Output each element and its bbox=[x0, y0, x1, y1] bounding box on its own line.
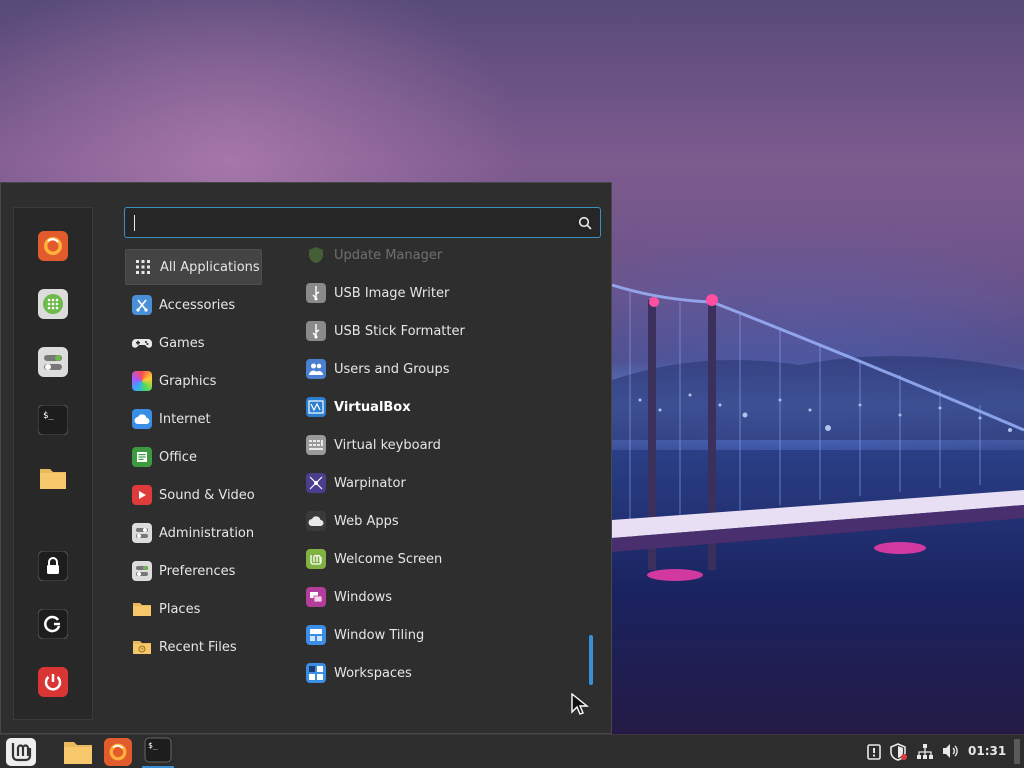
category-sound-video[interactable]: Sound & Video bbox=[125, 477, 262, 513]
accessories-icon bbox=[132, 295, 152, 315]
category-preferences[interactable]: Preferences bbox=[125, 553, 262, 589]
app-label: Warpinator bbox=[334, 475, 406, 491]
application-menu: $_ All Applications Accessories Games Gr… bbox=[0, 182, 612, 734]
usb-icon bbox=[306, 283, 326, 303]
app-virtualbox[interactable]: VirtualBox bbox=[306, 390, 581, 424]
category-games[interactable]: Games bbox=[125, 325, 262, 361]
category-label: All Applications bbox=[160, 259, 260, 275]
category-label: Graphics bbox=[159, 373, 217, 389]
app-web-apps[interactable]: Web Apps bbox=[306, 504, 581, 538]
app-users-and-groups[interactable]: Users and Groups bbox=[306, 352, 581, 386]
app-label: Virtual keyboard bbox=[334, 437, 441, 453]
taskbar-panel: $_ 01:31 bbox=[0, 734, 1024, 768]
category-label: Office bbox=[159, 449, 197, 465]
category-label: Accessories bbox=[159, 297, 236, 313]
graphics-icon bbox=[132, 371, 152, 391]
category-graphics[interactable]: Graphics bbox=[125, 363, 262, 399]
app-label: VirtualBox bbox=[334, 399, 411, 415]
files-icon[interactable] bbox=[62, 736, 94, 768]
search-icon bbox=[578, 215, 592, 234]
usb-icon bbox=[306, 321, 326, 341]
workspaces-icon bbox=[306, 663, 326, 683]
category-label: Sound & Video bbox=[159, 487, 255, 503]
app-list-scrollbar[interactable] bbox=[589, 635, 593, 685]
favorites-sidebar: $_ bbox=[13, 207, 93, 720]
category-label: Places bbox=[159, 601, 201, 617]
window-tiling-icon bbox=[306, 625, 326, 645]
notifications-icon[interactable] bbox=[866, 743, 882, 761]
shutdown-icon[interactable] bbox=[37, 666, 69, 698]
virtualbox-icon bbox=[306, 397, 326, 417]
app-usb-image-writer[interactable]: USB Image Writer bbox=[306, 276, 581, 310]
category-internet[interactable]: Internet bbox=[125, 401, 262, 437]
internet-icon bbox=[132, 409, 152, 429]
grid-icon bbox=[133, 257, 153, 277]
app-windows[interactable]: Windows bbox=[306, 580, 581, 614]
app-workspaces[interactable]: Workspaces bbox=[306, 656, 581, 690]
app-usb-stick-formatter[interactable]: USB Stick Formatter bbox=[306, 314, 581, 348]
app-label: Update Manager bbox=[334, 247, 443, 263]
recent-files-icon bbox=[132, 637, 152, 657]
places-icon bbox=[132, 599, 152, 619]
app-label: Web Apps bbox=[334, 513, 399, 529]
category-label: Administration bbox=[159, 525, 255, 541]
mint-icon bbox=[306, 549, 326, 569]
app-welcome-screen[interactable]: Welcome Screen bbox=[306, 542, 581, 576]
firefox-icon[interactable] bbox=[37, 230, 69, 262]
app-label: Workspaces bbox=[334, 665, 412, 681]
category-recent-files[interactable]: Recent Files bbox=[125, 629, 262, 665]
app-label: USB Stick Formatter bbox=[334, 323, 465, 339]
app-label: Window Tiling bbox=[334, 627, 425, 643]
terminal-icon: $_ bbox=[144, 737, 172, 767]
app-label: Welcome Screen bbox=[334, 551, 443, 567]
web-apps-icon bbox=[306, 511, 326, 531]
category-places[interactable]: Places bbox=[125, 591, 262, 627]
files-icon[interactable] bbox=[37, 462, 69, 494]
firefox-icon[interactable] bbox=[102, 736, 134, 768]
show-desktop-button[interactable] bbox=[1014, 739, 1020, 764]
warpinator-icon bbox=[306, 473, 326, 493]
preferences-icon bbox=[132, 561, 152, 581]
administration-icon bbox=[132, 523, 152, 543]
menu-icon[interactable] bbox=[4, 736, 38, 768]
logout-icon[interactable] bbox=[37, 608, 69, 640]
lock-screen-icon[interactable] bbox=[37, 550, 69, 582]
category-label: Internet bbox=[159, 411, 211, 427]
volume-icon[interactable] bbox=[942, 743, 960, 759]
app-update-manager[interactable]: Update Manager bbox=[306, 238, 581, 272]
category-all-applications[interactable]: All Applications bbox=[125, 249, 262, 285]
network-icon[interactable] bbox=[916, 743, 934, 761]
windows-icon bbox=[306, 587, 326, 607]
games-icon bbox=[132, 333, 152, 353]
app-label: Users and Groups bbox=[334, 361, 450, 377]
terminal-window-button[interactable]: $_ bbox=[140, 736, 176, 768]
app-window-tiling[interactable]: Window Tiling bbox=[306, 618, 581, 652]
shield-icon bbox=[306, 245, 326, 265]
category-office[interactable]: Office bbox=[125, 439, 262, 475]
system-settings-icon[interactable] bbox=[37, 346, 69, 378]
category-label: Preferences bbox=[159, 563, 236, 579]
mouse-pointer-icon bbox=[571, 692, 589, 721]
category-administration[interactable]: Administration bbox=[125, 515, 262, 551]
sound-video-icon bbox=[132, 485, 152, 505]
category-label: Games bbox=[159, 335, 205, 351]
terminal-icon[interactable]: $_ bbox=[37, 404, 69, 436]
app-label: USB Image Writer bbox=[334, 285, 450, 301]
category-label: Recent Files bbox=[159, 639, 237, 655]
app-virtual-keyboard[interactable]: Virtual keyboard bbox=[306, 428, 581, 462]
app-label: Windows bbox=[334, 589, 393, 605]
users-icon bbox=[306, 359, 326, 379]
text-caret bbox=[134, 215, 135, 231]
category-accessories[interactable]: Accessories bbox=[125, 287, 262, 323]
clock[interactable]: 01:31 bbox=[968, 744, 1006, 758]
office-icon bbox=[132, 447, 152, 467]
svg-text:$_: $_ bbox=[148, 741, 158, 750]
app-warpinator[interactable]: Warpinator bbox=[306, 466, 581, 500]
update-shield-icon[interactable] bbox=[890, 743, 908, 761]
software-manager-icon[interactable] bbox=[37, 288, 69, 320]
svg-text:$_: $_ bbox=[43, 411, 54, 421]
keyboard-icon bbox=[306, 435, 326, 455]
search-input[interactable] bbox=[124, 207, 601, 238]
